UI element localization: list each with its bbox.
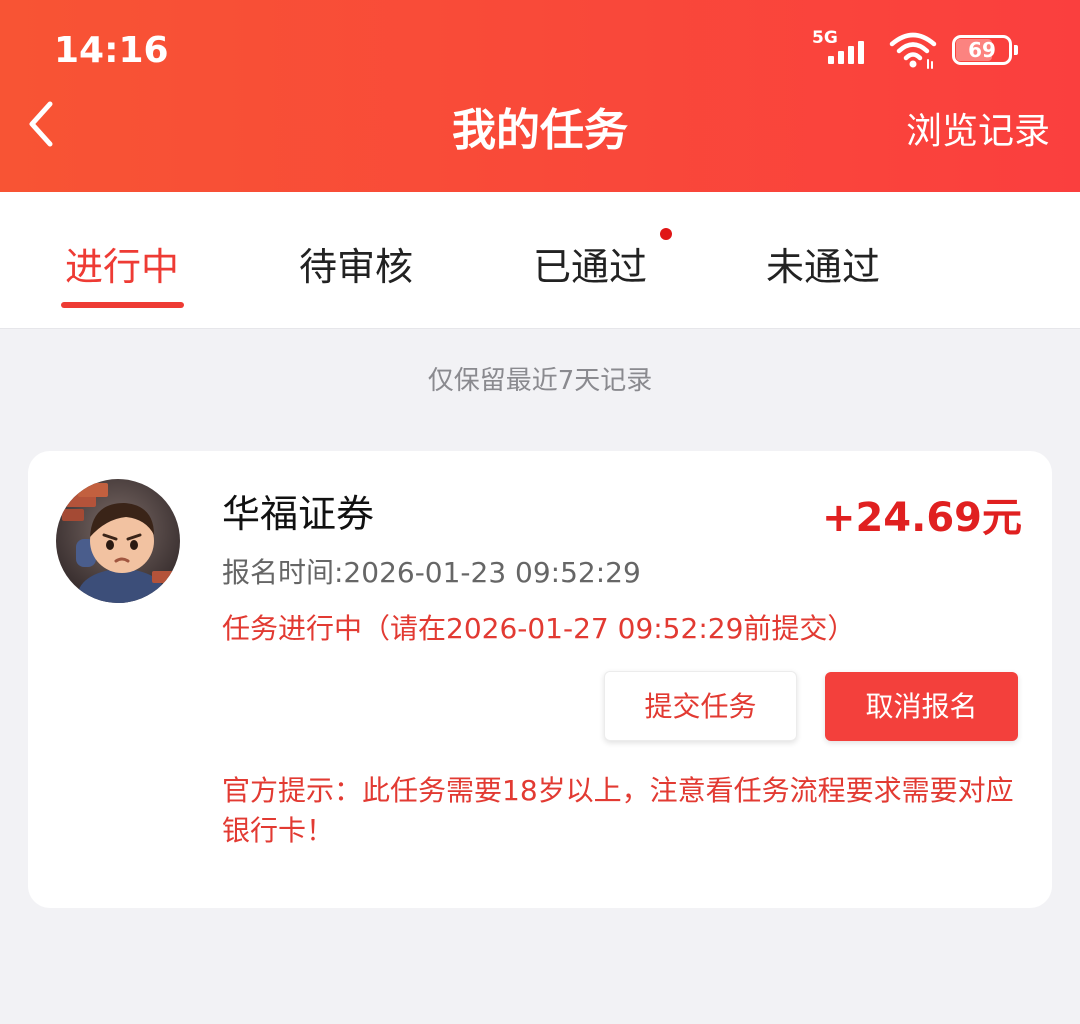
battery-icon: 69 <box>952 35 1018 65</box>
signup-time: 报名时间:2026-01-23 09:52:29 <box>222 556 641 589</box>
avatar-image <box>56 479 180 603</box>
wifi-icon <box>889 32 937 69</box>
task-reward: +24.69元 <box>821 495 1022 541</box>
active-tab-indicator <box>61 302 184 308</box>
submit-task-button[interactable]: 提交任务 <box>604 671 797 741</box>
task-name: 华福证券 <box>222 492 375 536</box>
notification-dot <box>660 228 672 240</box>
signal-icon: 5G <box>812 28 874 70</box>
tab-rejected[interactable]: 未通过 <box>703 236 943 291</box>
status-icons: 5G 69 <box>812 28 1018 70</box>
status-time: 14:16 <box>54 30 169 71</box>
header-bar: 14:16 5G 69 我的任务 浏览记录 <box>0 0 1080 192</box>
official-tip: 官方提示：此任务需要18岁以上，注意看任务流程要求需要对应银行卡！ <box>222 774 1014 847</box>
task-card[interactable]: 华福证券 +24.69元 报名时间:2026-01-23 09:52:29 任务… <box>28 451 1052 908</box>
tab-approved[interactable]: 已通过 <box>470 236 710 291</box>
avatar <box>56 479 180 603</box>
browse-history-button[interactable]: 浏览记录 <box>906 102 1050 154</box>
tab-pending-review[interactable]: 待审核 <box>236 236 476 291</box>
cancel-signup-button[interactable]: 取消报名 <box>825 672 1018 741</box>
task-status: 任务进行中（请在2026-01-27 09:52:29前提交） <box>222 612 856 645</box>
tab-bar: 进行中 待审核 已通过 未通过 <box>0 192 1080 329</box>
battery-level: 69 <box>968 38 996 62</box>
tab-in-progress[interactable]: 进行中 <box>2 236 242 291</box>
records-notice: 仅保留最近7天记录 <box>427 366 653 396</box>
